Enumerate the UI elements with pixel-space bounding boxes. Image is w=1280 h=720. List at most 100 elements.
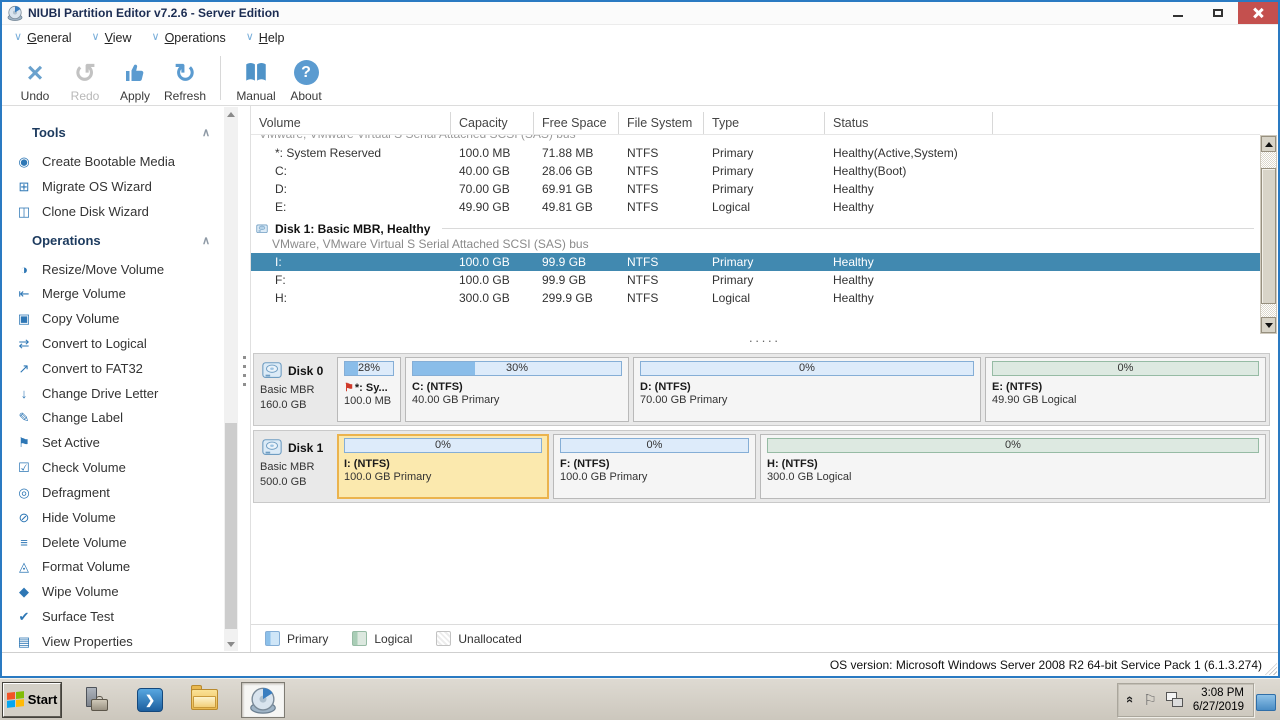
resize-grip[interactable] — [1265, 663, 1277, 675]
column-header-capacity[interactable]: Capacity — [451, 112, 534, 134]
scroll-down-icon[interactable] — [224, 637, 238, 651]
sidebar-item-label: Hide Volume — [42, 510, 116, 525]
menu-label: View — [105, 31, 132, 45]
maximize-button[interactable] — [1198, 2, 1238, 24]
volume-row-f[interactable]: F: 100.0 GB 99.9 GB NTFS Primary Healthy — [251, 271, 1260, 289]
partition-block-d[interactable]: 0% D: (NTFS) 70.00 GB Primary — [633, 357, 981, 422]
sidebar-scrollbar[interactable] — [224, 107, 238, 651]
scroll-up-button[interactable] — [1261, 136, 1276, 152]
chevron-down-icon: ∨ — [92, 32, 100, 43]
taskbar-explorer[interactable] — [187, 682, 221, 718]
sidebar-item-view-properties[interactable]: ▤ View Properties — [2, 629, 224, 652]
sidebar-section-operations[interactable]: Operations ∧ — [2, 224, 224, 257]
scroll-up-icon[interactable] — [224, 107, 238, 121]
sidebar-item-format-volume[interactable]: ◬ Format Volume — [2, 554, 224, 579]
sidebar-item-label: Set Active — [42, 435, 100, 450]
disk1-row: Disk 1 Basic MBR 500.0 GB 0% — [253, 430, 1270, 503]
partition-block-system-reserved[interactable]: 28% ⚑*: Sy... 100.0 MB — [337, 357, 401, 422]
sidebar-item-set-active[interactable]: ⚑ Set Active — [2, 430, 224, 455]
sidebar-item-change-drive-letter[interactable]: ↓ Change Drive Letter — [2, 381, 224, 405]
sidebar-item-surface-test[interactable]: ✔ Surface Test — [2, 604, 224, 629]
cell-free-space: 99.9 GB — [534, 255, 619, 269]
undo-button[interactable]: × Undo — [10, 53, 60, 103]
about-button[interactable]: ? About — [281, 53, 331, 103]
menu-general[interactable]: ∨ General — [14, 31, 72, 45]
sidebar-item-hide-volume[interactable]: ⊘ Hide Volume — [2, 505, 224, 530]
apply-button[interactable]: Apply — [110, 53, 160, 103]
sidebar-item-create-bootable-media[interactable]: ◉ Create Bootable Media — [2, 149, 224, 174]
menu-view[interactable]: ∨ View — [92, 31, 132, 45]
collapse-icon[interactable]: ∧ — [202, 234, 210, 247]
volume-row-h[interactable]: H: 300.0 GB 299.9 GB NTFS Logical Health… — [251, 289, 1260, 307]
os-version-text: OS version: Microsoft Windows Server 200… — [830, 658, 1262, 672]
taskbar-clock[interactable]: 3:08 PM 6/27/2019 — [1193, 686, 1244, 714]
tools-title: Tools — [32, 125, 66, 140]
taskbar-powershell[interactable] — [133, 682, 167, 718]
column-header-type[interactable]: Type — [704, 112, 825, 134]
volume-row-d[interactable]: D: 70.00 GB 69.91 GB NTFS Primary Health… — [251, 180, 1260, 198]
partition-block-h[interactable]: 0% H: (NTFS) 300.0 GB Logical — [760, 434, 1266, 499]
volume-row-system-reserved[interactable]: *: System Reserved 100.0 MB 71.88 MB NTF… — [251, 144, 1260, 162]
sidebar-item-migrate-os-wizard[interactable]: ⊞ Migrate OS Wizard — [2, 174, 224, 199]
network-icon[interactable] — [1166, 692, 1184, 708]
vertical-splitter[interactable] — [238, 106, 250, 652]
sidebar-scrollbar-thumb[interactable] — [225, 423, 237, 630]
show-hidden-icons[interactable]: « — [1123, 696, 1138, 703]
sidebar-item-defragment[interactable]: ◎ Defragment — [2, 480, 224, 505]
refresh-button[interactable]: ↻ Refresh — [160, 53, 210, 103]
column-header-file-system[interactable]: File System — [619, 112, 704, 134]
sidebar-item-check-volume[interactable]: ☑ Check Volume — [2, 455, 224, 480]
sidebar-item-convert-to-fat32[interactable]: ↗ Convert to FAT32 — [2, 356, 224, 381]
manual-button[interactable]: Manual — [231, 53, 281, 103]
volume-row-i-selected[interactable]: I: 100.0 GB 99.9 GB NTFS Primary Healthy — [251, 253, 1260, 271]
scrollbar-thumb[interactable] — [1261, 168, 1276, 304]
toolbar-separator — [220, 56, 221, 100]
redo-button[interactable]: ↺ Redo — [60, 53, 110, 103]
book-icon — [243, 58, 269, 88]
cell-capacity: 300.0 GB — [451, 291, 534, 305]
sidebar-item-label: Merge Volume — [42, 286, 126, 301]
partition-block-f[interactable]: 0% F: (NTFS) 100.0 GB Primary — [553, 434, 756, 499]
usage-bar: 0% — [560, 438, 749, 453]
cell-volume: C: — [251, 164, 451, 178]
sidebar-section-tools[interactable]: Tools ∧ — [2, 116, 224, 149]
taskbar-server-manager[interactable] — [79, 682, 113, 718]
volume-list-scrollbar[interactable] — [1260, 135, 1277, 334]
sidebar-item-label: Migrate OS Wizard — [42, 179, 152, 194]
partition-block-c[interactable]: 30% C: (NTFS) 40.00 GB Primary — [405, 357, 629, 422]
cell-free-space: 69.91 GB — [534, 182, 619, 196]
scroll-down-button[interactable] — [1261, 317, 1276, 333]
close-button[interactable] — [1238, 2, 1278, 24]
sidebar-item-delete-volume[interactable]: ≡ Delete Volume — [2, 530, 224, 554]
sidebar-item-wipe-volume[interactable]: ◆ Wipe Volume — [2, 579, 224, 604]
action-center-flag-icon[interactable]: ⚐ — [1143, 691, 1156, 709]
cell-type: Primary — [704, 273, 825, 287]
volume-table-header: Volume Capacity Free Space File System T… — [251, 112, 1260, 135]
partition-block-i-selected[interactable]: 0% I: (NTFS) 100.0 GB Primary — [337, 434, 549, 499]
collapse-icon[interactable]: ∧ — [202, 126, 210, 139]
drive-icon — [260, 360, 284, 382]
sidebar-item-convert-to-logical[interactable]: ⇄ Convert to Logical — [2, 331, 224, 356]
sidebar-item-resize-move-volume[interactable]: ◑ Resize/Move Volume — [2, 257, 224, 281]
horizontal-splitter[interactable]: ····· — [251, 336, 1278, 350]
show-desktop-button[interactable] — [1256, 694, 1276, 711]
start-button[interactable]: Start — [3, 683, 61, 717]
column-header-free-space[interactable]: Free Space — [534, 112, 619, 134]
sidebar-item-merge-volume[interactable]: ⇤ Merge Volume — [2, 281, 224, 306]
menu-help[interactable]: ∨ Help — [246, 31, 285, 45]
sidebar-item-copy-volume[interactable]: ▣ Copy Volume — [2, 306, 224, 331]
menu-operations[interactable]: ∨ Operations — [152, 31, 226, 45]
unallocated-swatch-icon — [436, 631, 451, 646]
column-header-status[interactable]: Status — [825, 112, 993, 134]
sidebar-item-clone-disk-wizard[interactable]: ◫ Clone Disk Wizard — [2, 199, 224, 224]
volume-list: Volume Capacity Free Space File System T… — [251, 106, 1278, 336]
sidebar-item-label: Change Label — [42, 410, 123, 425]
column-header-volume[interactable]: Volume — [251, 112, 451, 134]
cell-free-space: 99.9 GB — [534, 273, 619, 287]
minimize-button[interactable] — [1158, 2, 1198, 24]
sidebar-item-change-label[interactable]: ✎ Change Label — [2, 405, 224, 430]
taskbar-niubi-active[interactable] — [241, 682, 285, 718]
partition-block-e[interactable]: 0% E: (NTFS) 49.90 GB Logical — [985, 357, 1266, 422]
volume-row-e[interactable]: E: 49.90 GB 49.81 GB NTFS Logical Health… — [251, 198, 1260, 216]
volume-row-c[interactable]: C: 40.00 GB 28.06 GB NTFS Primary Health… — [251, 162, 1260, 180]
